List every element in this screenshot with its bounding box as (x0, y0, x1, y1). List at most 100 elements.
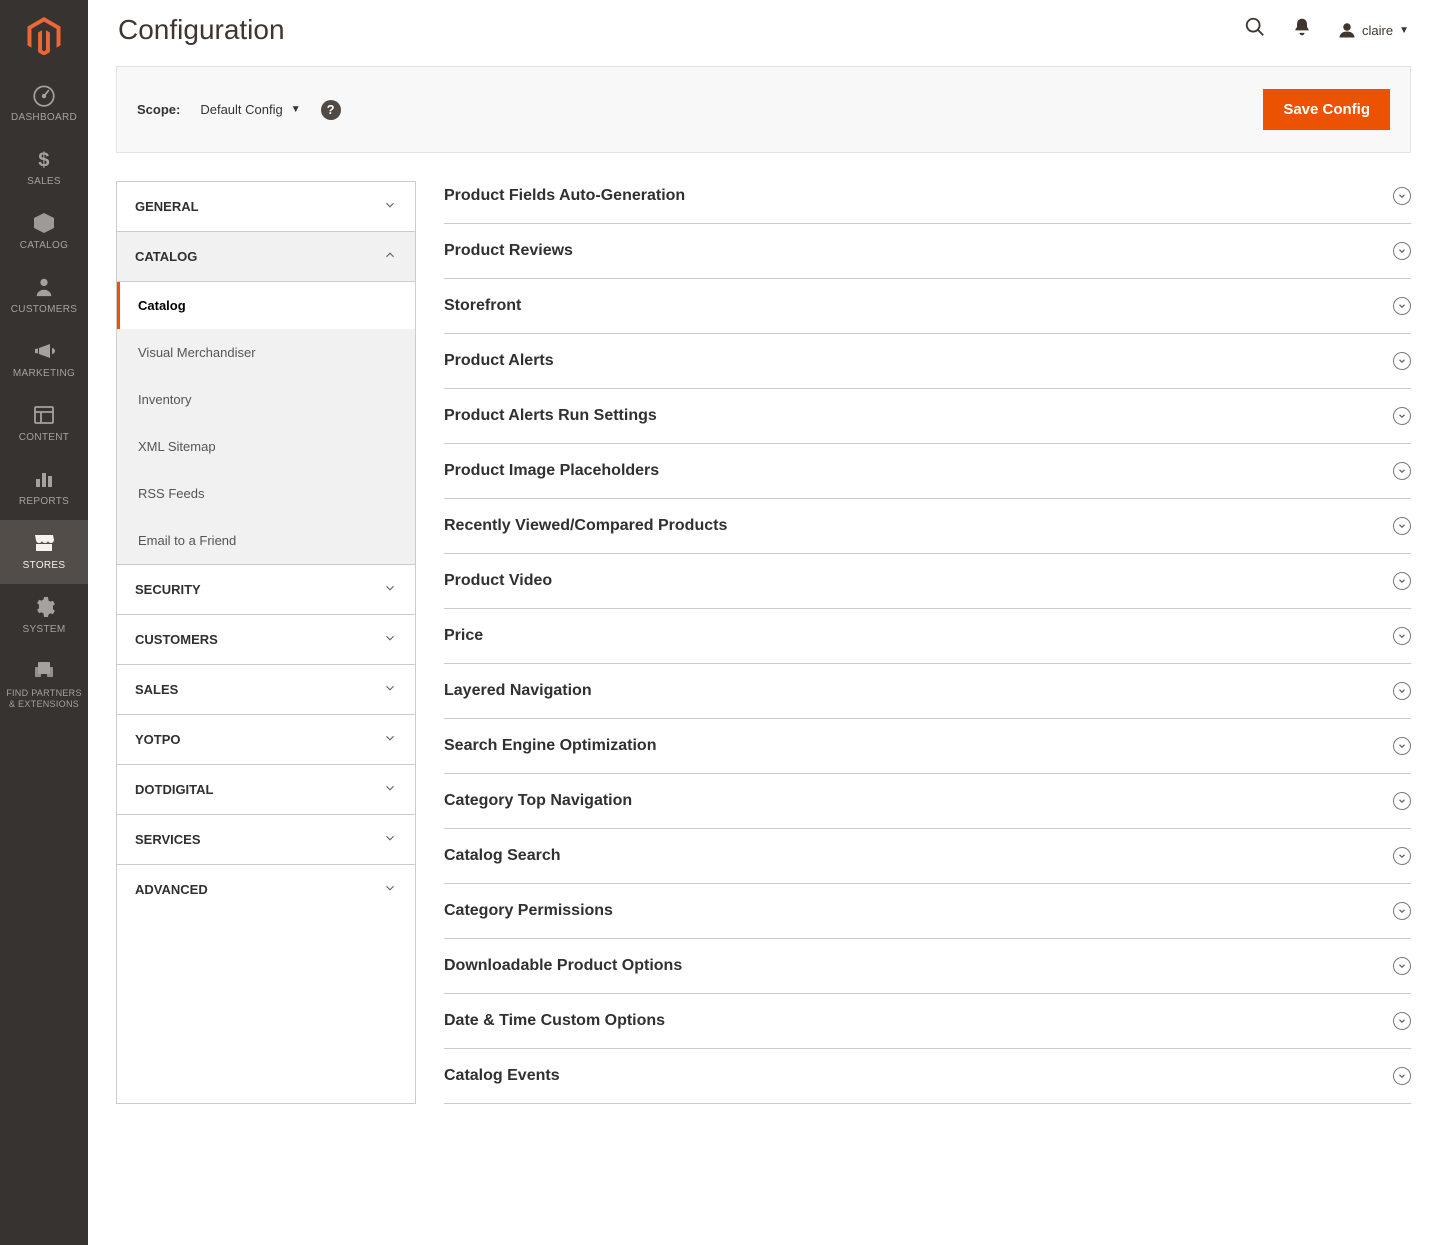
chevron-up-icon (383, 248, 397, 265)
config-section-product-alerts-run-settings[interactable]: Product Alerts Run Settings (444, 389, 1411, 444)
config-section-product-fields-auto-generation[interactable]: Product Fields Auto-Generation (444, 181, 1411, 224)
nav-item-catalog[interactable]: CATALOG (0, 200, 88, 264)
config-section-date-time-custom-options[interactable]: Date & Time Custom Options (444, 994, 1411, 1049)
config-tab-yotpo[interactable]: YOTPO (117, 715, 415, 765)
config-tab-label: GENERAL (135, 199, 199, 214)
user-menu[interactable]: claire ▼ (1338, 21, 1409, 39)
scope-left: Scope: Default Config ▼ ? (137, 100, 341, 120)
expand-icon (1393, 737, 1411, 755)
expand-icon (1393, 682, 1411, 700)
config-section-catalog-search[interactable]: Catalog Search (444, 829, 1411, 884)
config-tab-sales[interactable]: SALES (117, 665, 415, 715)
config-section-title: Product Alerts Run Settings (444, 407, 657, 425)
config-subtab-catalog[interactable]: Catalog (117, 282, 415, 329)
scope-value: Default Config (200, 102, 282, 117)
config-section-search-engine-optimization[interactable]: Search Engine Optimization (444, 719, 1411, 774)
magento-logo[interactable] (0, 0, 88, 72)
save-config-button[interactable]: Save Config (1263, 89, 1390, 130)
nav-item-sales[interactable]: $ SALES (0, 136, 88, 200)
config-tab-advanced[interactable]: ADVANCED (117, 865, 415, 914)
scope-select[interactable]: Default Config ▼ (200, 102, 300, 117)
config-tab-customers[interactable]: CUSTOMERS (117, 615, 415, 665)
config-section-category-permissions[interactable]: Category Permissions (444, 884, 1411, 939)
search-icon[interactable] (1244, 16, 1266, 44)
nav-label: CUSTOMERS (11, 304, 77, 316)
nav-label: FIND PARTNERS & EXTENSIONS (4, 688, 84, 710)
chevron-down-icon (383, 781, 397, 798)
config-subtab-visual-merchandiser[interactable]: Visual Merchandiser (117, 329, 415, 376)
config-subtab-email-to-a-friend[interactable]: Email to a Friend (117, 517, 415, 564)
chevron-down-icon (383, 681, 397, 698)
config-section-title: Product Image Placeholders (444, 462, 659, 480)
config-section-product-reviews[interactable]: Product Reviews (444, 224, 1411, 279)
config-subtab-xml-sitemap[interactable]: XML Sitemap (117, 423, 415, 470)
config-section-title: Category Top Navigation (444, 792, 632, 810)
config-section-title: Date & Time Custom Options (444, 1012, 665, 1030)
user-name: claire (1362, 23, 1393, 38)
chevron-down-icon (383, 881, 397, 898)
nav-item-marketing[interactable]: MARKETING (0, 328, 88, 392)
chevron-down-icon (383, 198, 397, 215)
nav-item-content[interactable]: CONTENT (0, 392, 88, 456)
expand-icon (1393, 297, 1411, 315)
config-section-price[interactable]: Price (444, 609, 1411, 664)
config-section-layered-navigation[interactable]: Layered Navigation (444, 664, 1411, 719)
content-row: GENERAL CATALOGCatalogVisual Merchandiser… (116, 181, 1411, 1104)
expand-icon (1393, 792, 1411, 810)
config-section-catalog-events[interactable]: Catalog Events (444, 1049, 1411, 1104)
notifications-icon[interactable] (1292, 17, 1312, 43)
nav-label: SYSTEM (23, 624, 66, 636)
config-section-product-video[interactable]: Product Video (444, 554, 1411, 609)
config-section-title: Product Video (444, 572, 552, 590)
expand-icon (1393, 1067, 1411, 1085)
nav-label: CONTENT (19, 432, 69, 444)
nav-item-stores[interactable]: STORES (0, 520, 88, 584)
nav-item-system[interactable]: SYSTEM (0, 584, 88, 648)
config-subtab-inventory[interactable]: Inventory (117, 376, 415, 423)
expand-icon (1393, 352, 1411, 370)
config-tab-general[interactable]: GENERAL (117, 182, 415, 232)
config-section-category-top-navigation[interactable]: Category Top Navigation (444, 774, 1411, 829)
megaphone-icon (31, 338, 57, 364)
config-section-recently-viewed-compared-products[interactable]: Recently Viewed/Compared Products (444, 499, 1411, 554)
config-tab-label: SERVICES (135, 832, 201, 847)
config-tab-dotdigital[interactable]: DOTDIGITAL (117, 765, 415, 815)
config-section-title: Recently Viewed/Compared Products (444, 517, 727, 535)
nav-label: STORES (23, 560, 66, 572)
config-tabs-sidebar: GENERAL CATALOGCatalogVisual Merchandiser… (116, 181, 416, 1104)
config-section-title: Category Permissions (444, 902, 613, 920)
admin-sidebar: DASHBOARD $ SALES CATALOG CUSTOMERS MARKETING… (0, 0, 88, 1245)
caret-down-icon: ▼ (1399, 25, 1409, 36)
config-section-product-alerts[interactable]: Product Alerts (444, 334, 1411, 389)
dollar-icon: $ (33, 146, 55, 172)
nav-item-customers[interactable]: CUSTOMERS (0, 264, 88, 328)
config-tab-security[interactable]: SECURITY (117, 565, 415, 615)
config-section-product-image-placeholders[interactable]: Product Image Placeholders (444, 444, 1411, 499)
config-tab-label: YOTPO (135, 732, 181, 747)
expand-icon (1393, 957, 1411, 975)
config-section-storefront[interactable]: Storefront (444, 279, 1411, 334)
nav-label: DASHBOARD (11, 112, 77, 124)
config-section-title: Layered Navigation (444, 682, 592, 700)
config-section-downloadable-product-options[interactable]: Downloadable Product Options (444, 939, 1411, 994)
scope-bar: Scope: Default Config ▼ ? Save Config (116, 66, 1411, 153)
config-tab-label: SECURITY (135, 582, 201, 597)
caret-down-icon: ▼ (291, 104, 301, 115)
dashboard-icon (31, 82, 57, 108)
expand-icon (1393, 517, 1411, 535)
config-section-title: Product Reviews (444, 242, 573, 260)
nav-item-reports[interactable]: REPORTS (0, 456, 88, 520)
nav-item-find-partners-extensions[interactable]: FIND PARTNERS & EXTENSIONS (0, 648, 88, 722)
nav-item-dashboard[interactable]: DASHBOARD (0, 72, 88, 136)
person-icon (33, 274, 55, 300)
nav-label: CATALOG (20, 240, 68, 252)
stores-icon (31, 530, 57, 556)
config-tab-label: ADVANCED (135, 882, 208, 897)
expand-icon (1393, 902, 1411, 920)
help-icon[interactable]: ? (321, 100, 341, 120)
nav-label: SALES (27, 176, 61, 188)
config-tab-catalog[interactable]: CATALOG (117, 232, 415, 282)
config-subtab-rss-feeds[interactable]: RSS Feeds (117, 470, 415, 517)
reports-icon (32, 466, 56, 492)
config-tab-services[interactable]: SERVICES (117, 815, 415, 865)
